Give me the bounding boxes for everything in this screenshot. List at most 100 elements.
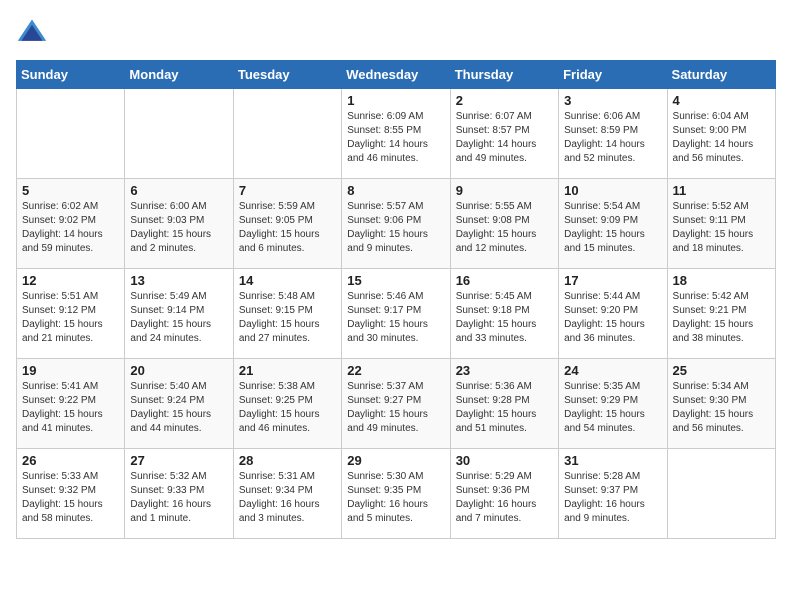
calendar-cell: 31 Sunrise: 5:28 AM Sunset: 9:37 PM Dayli… [559,449,667,539]
calendar-cell: 23 Sunrise: 5:36 AM Sunset: 9:28 PM Dayli… [450,359,558,449]
weekday-header-thursday: Thursday [450,61,558,89]
day-info: Sunrise: 5:40 AM Sunset: 9:24 PM Dayligh… [130,380,227,436]
page-header [16,16,776,48]
calendar-cell: 12 Sunrise: 5:51 AM Sunset: 9:12 PM Dayli… [17,269,125,359]
day-info: Sunrise: 6:00 AM Sunset: 9:03 PM Dayligh… [130,200,227,256]
calendar-cell: 20 Sunrise: 5:40 AM Sunset: 9:24 PM Dayli… [125,359,233,449]
day-number: 3 [564,93,661,108]
day-number: 7 [239,183,336,198]
day-info: Sunrise: 5:42 AM Sunset: 9:21 PM Dayligh… [673,290,770,346]
day-info: Sunrise: 5:45 AM Sunset: 9:18 PM Dayligh… [456,290,553,346]
day-number: 23 [456,363,553,378]
day-info: Sunrise: 5:29 AM Sunset: 9:36 PM Dayligh… [456,470,553,526]
day-info: Sunrise: 5:55 AM Sunset: 9:08 PM Dayligh… [456,200,553,256]
weekday-header-wednesday: Wednesday [342,61,450,89]
day-info: Sunrise: 6:04 AM Sunset: 9:00 PM Dayligh… [673,110,770,166]
day-info: Sunrise: 6:02 AM Sunset: 9:02 PM Dayligh… [22,200,119,256]
day-info: Sunrise: 5:33 AM Sunset: 9:32 PM Dayligh… [22,470,119,526]
day-info: Sunrise: 5:32 AM Sunset: 9:33 PM Dayligh… [130,470,227,526]
day-number: 8 [347,183,444,198]
day-info: Sunrise: 5:59 AM Sunset: 9:05 PM Dayligh… [239,200,336,256]
day-number: 25 [673,363,770,378]
day-number: 29 [347,453,444,468]
calendar-cell: 17Sunrise: 5:44 AM Sunset: 9:20 PM Dayli… [559,269,667,359]
calendar-cell: 8Sunrise: 5:57 AM Sunset: 9:06 PM Daylig… [342,179,450,269]
calendar-cell: 14 Sunrise: 5:48 AM Sunset: 9:15 PM Dayli… [233,269,341,359]
day-info: Sunrise: 5:28 AM Sunset: 9:37 PM Dayligh… [564,470,661,526]
weekday-header-tuesday: Tuesday [233,61,341,89]
calendar-cell: 25 Sunrise: 5:34 AM Sunset: 9:30 PM Dayli… [667,359,775,449]
day-info: Sunrise: 5:51 AM Sunset: 9:12 PM Dayligh… [22,290,119,346]
weekday-header-monday: Monday [125,61,233,89]
calendar-cell: 4Sunrise: 6:04 AM Sunset: 9:00 PM Daylig… [667,89,775,179]
calendar-body: 1 Sunrise: 6:09 AM Sunset: 8:55 PM Daylig… [17,89,776,539]
day-info: Sunrise: 5:35 AM Sunset: 9:29 PM Dayligh… [564,380,661,436]
calendar-cell: 2 Sunrise: 6:07 AM Sunset: 8:57 PM Daylig… [450,89,558,179]
day-info: Sunrise: 5:54 AM Sunset: 9:09 PM Dayligh… [564,200,661,256]
day-info: Sunrise: 5:36 AM Sunset: 9:28 PM Dayligh… [456,380,553,436]
day-info: Sunrise: 6:09 AM Sunset: 8:55 PM Dayligh… [347,110,444,166]
day-number: 11 [673,183,770,198]
calendar-cell: 5 Sunrise: 6:02 AM Sunset: 9:02 PM Daylig… [17,179,125,269]
day-info: Sunrise: 5:34 AM Sunset: 9:30 PM Dayligh… [673,380,770,436]
calendar-cell: 11Sunrise: 5:52 AM Sunset: 9:11 PM Dayli… [667,179,775,269]
day-info: Sunrise: 5:30 AM Sunset: 9:35 PM Dayligh… [347,470,444,526]
calendar-cell: 16Sunrise: 5:45 AM Sunset: 9:18 PM Dayli… [450,269,558,359]
calendar-cell [125,89,233,179]
weekday-header-sunday: Sunday [17,61,125,89]
day-number: 12 [22,273,119,288]
weekday-header-row: SundayMondayTuesdayWednesdayThursdayFrid… [17,61,776,89]
calendar-cell: 29 Sunrise: 5:30 AM Sunset: 9:35 PM Dayli… [342,449,450,539]
calendar-cell: 3 Sunrise: 6:06 AM Sunset: 8:59 PM Daylig… [559,89,667,179]
calendar-cell: 13Sunrise: 5:49 AM Sunset: 9:14 PM Dayli… [125,269,233,359]
day-number: 1 [347,93,444,108]
day-number: 24 [564,363,661,378]
calendar-week-row: 1 Sunrise: 6:09 AM Sunset: 8:55 PM Daylig… [17,89,776,179]
calendar-week-row: 19Sunrise: 5:41 AM Sunset: 9:22 PM Dayli… [17,359,776,449]
day-number: 10 [564,183,661,198]
day-number: 13 [130,273,227,288]
day-number: 14 [239,273,336,288]
calendar-cell: 1 Sunrise: 6:09 AM Sunset: 8:55 PM Daylig… [342,89,450,179]
logo [16,16,50,48]
calendar-cell: 27 Sunrise: 5:32 AM Sunset: 9:33 PM Dayli… [125,449,233,539]
day-number: 27 [130,453,227,468]
calendar-cell: 18Sunrise: 5:42 AM Sunset: 9:21 PM Dayli… [667,269,775,359]
calendar-cell: 6 Sunrise: 6:00 AM Sunset: 9:03 PM Daylig… [125,179,233,269]
day-info: Sunrise: 5:46 AM Sunset: 9:17 PM Dayligh… [347,290,444,346]
day-info: Sunrise: 5:48 AM Sunset: 9:15 PM Dayligh… [239,290,336,346]
calendar-cell [667,449,775,539]
day-number: 5 [22,183,119,198]
calendar-cell: 9 Sunrise: 5:55 AM Sunset: 9:08 PM Daylig… [450,179,558,269]
day-number: 6 [130,183,227,198]
calendar-cell [17,89,125,179]
calendar-cell: 15 Sunrise: 5:46 AM Sunset: 9:17 PM Dayli… [342,269,450,359]
calendar-cell: 30 Sunrise: 5:29 AM Sunset: 9:36 PM Dayli… [450,449,558,539]
calendar-cell: 26 Sunrise: 5:33 AM Sunset: 9:32 PM Dayli… [17,449,125,539]
calendar-cell [233,89,341,179]
day-number: 21 [239,363,336,378]
calendar-week-row: 5 Sunrise: 6:02 AM Sunset: 9:02 PM Daylig… [17,179,776,269]
calendar-table: SundayMondayTuesdayWednesdayThursdayFrid… [16,60,776,539]
day-number: 9 [456,183,553,198]
day-number: 26 [22,453,119,468]
calendar-cell: 24 Sunrise: 5:35 AM Sunset: 9:29 PM Dayli… [559,359,667,449]
weekday-header-friday: Friday [559,61,667,89]
day-number: 22 [347,363,444,378]
day-number: 2 [456,93,553,108]
calendar-cell: 21Sunrise: 5:38 AM Sunset: 9:25 PM Dayli… [233,359,341,449]
day-info: Sunrise: 6:07 AM Sunset: 8:57 PM Dayligh… [456,110,553,166]
calendar-week-row: 26 Sunrise: 5:33 AM Sunset: 9:32 PM Dayli… [17,449,776,539]
day-number: 15 [347,273,444,288]
calendar-cell: 22Sunrise: 5:37 AM Sunset: 9:27 PM Dayli… [342,359,450,449]
calendar-cell: 28Sunrise: 5:31 AM Sunset: 9:34 PM Dayli… [233,449,341,539]
day-number: 17 [564,273,661,288]
day-number: 20 [130,363,227,378]
calendar-cell: 10 Sunrise: 5:54 AM Sunset: 9:09 PM Dayli… [559,179,667,269]
day-info: Sunrise: 5:31 AM Sunset: 9:34 PM Dayligh… [239,470,336,526]
day-info: Sunrise: 6:06 AM Sunset: 8:59 PM Dayligh… [564,110,661,166]
day-number: 30 [456,453,553,468]
logo-icon [16,16,48,48]
day-number: 31 [564,453,661,468]
calendar-week-row: 12 Sunrise: 5:51 AM Sunset: 9:12 PM Dayli… [17,269,776,359]
